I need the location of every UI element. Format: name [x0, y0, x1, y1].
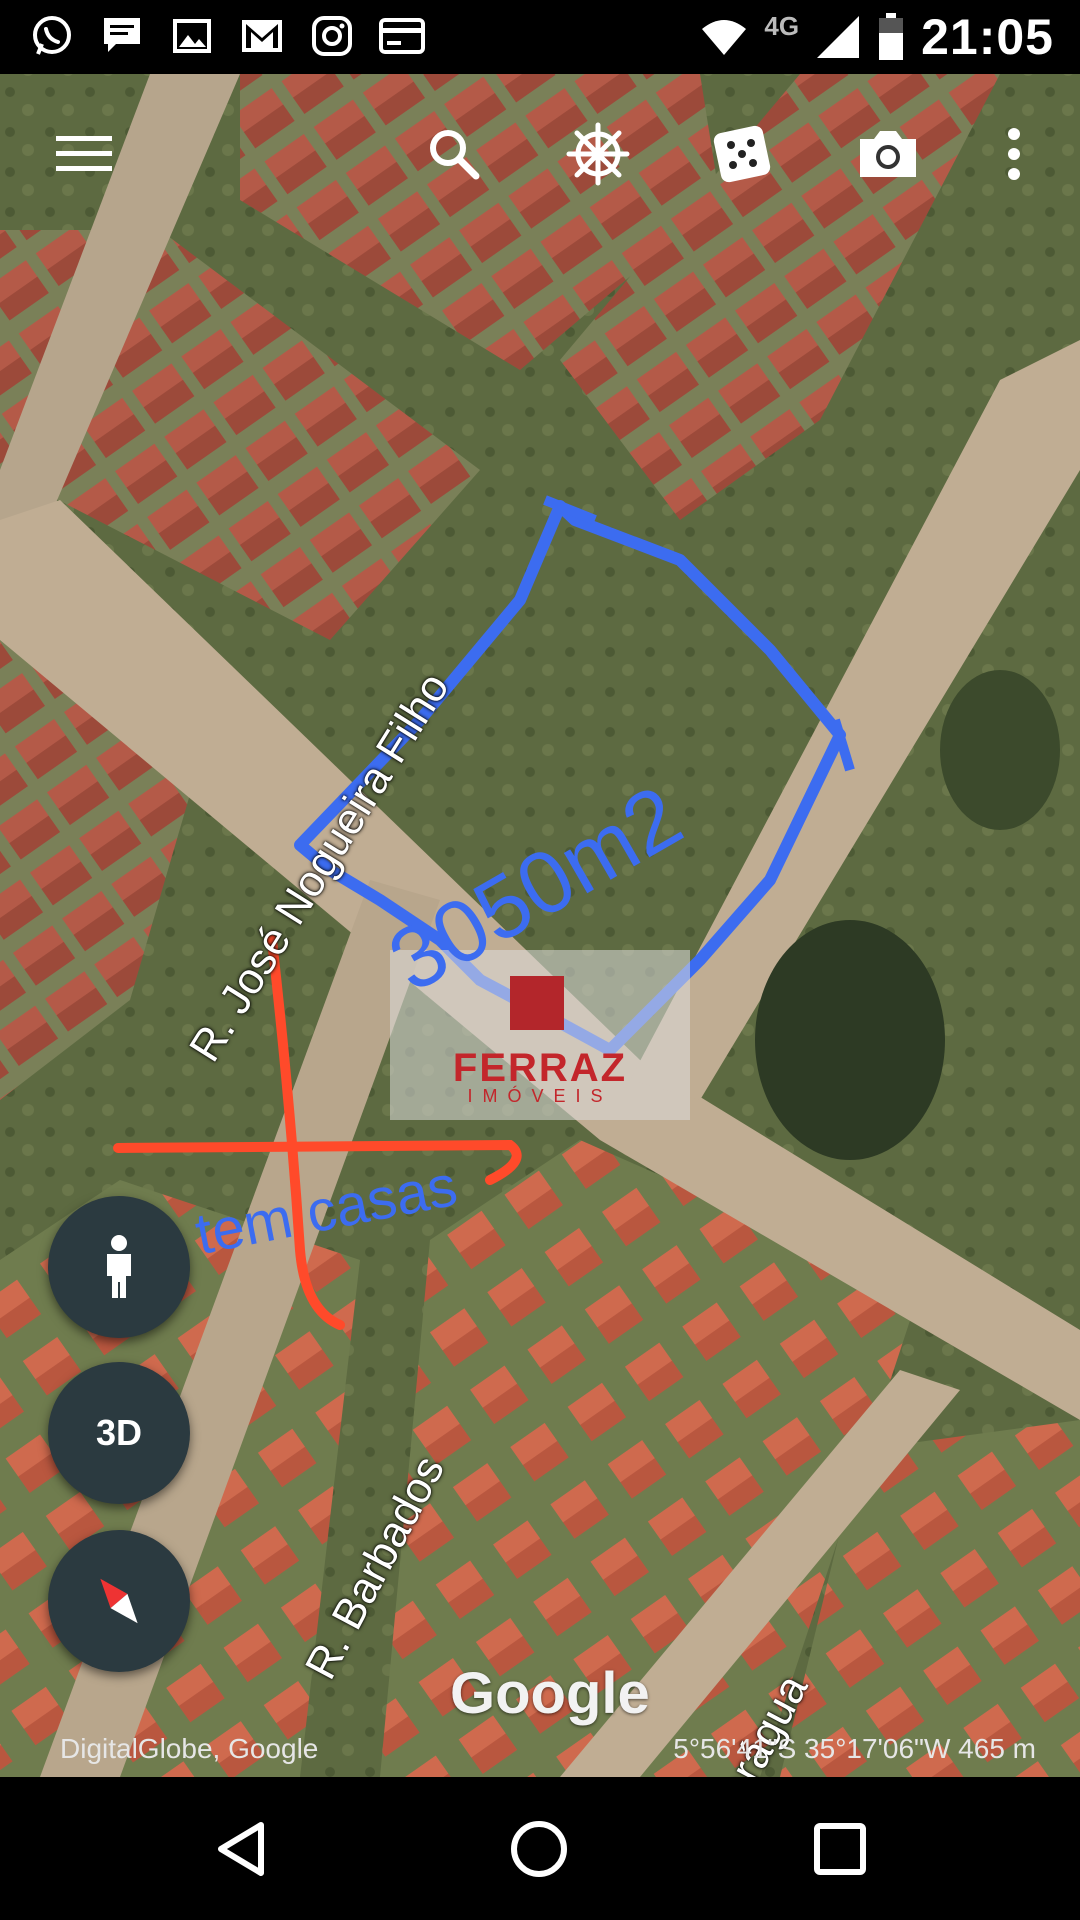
dice-icon[interactable] [702, 114, 782, 194]
navigation-bar [0, 1777, 1080, 1920]
search-icon[interactable] [414, 114, 494, 194]
network-type: 4G [764, 10, 800, 41]
home-icon[interactable] [494, 1807, 584, 1891]
attribution: DigitalGlobe, Google [60, 1733, 319, 1764]
clock: 21:05 [921, 9, 1054, 65]
wifi-icon [702, 20, 747, 55]
back-icon[interactable] [196, 1807, 286, 1891]
gmail-icon [238, 12, 286, 60]
menu-icon[interactable] [44, 114, 124, 194]
3d-label: 3D [95, 1412, 143, 1453]
notification-icons [28, 12, 426, 60]
signal-icon [817, 16, 860, 58]
ferraz-logo-mark [510, 976, 564, 1030]
recents-icon[interactable] [795, 1807, 885, 1891]
top-toolbar [0, 74, 1080, 234]
3d-button[interactable]: 3D [48, 1362, 190, 1504]
battery-icon [879, 13, 904, 60]
more-vert-icon[interactable] [974, 114, 1054, 194]
coordinates-readout: 5°56'41"S 35°17'06"W 465 m [673, 1733, 1036, 1764]
card-icon [378, 12, 426, 60]
compass-button[interactable] [48, 1530, 190, 1672]
pegman-icon [107, 1235, 131, 1298]
compass-icon [100, 1578, 138, 1624]
instagram-icon [308, 12, 356, 60]
pegman-button[interactable] [48, 1196, 190, 1338]
whatsapp-icon [28, 12, 76, 60]
watermark-sub: IMÓVEIS [467, 1086, 613, 1106]
status-right: 4G 21:05 [700, 8, 1054, 66]
google-logo: Google [450, 1661, 650, 1726]
satellite-map[interactable]: R. José Nogueira Filho R. Barbados Nicar… [0, 74, 1080, 1777]
voyager-wheel-icon[interactable] [558, 114, 638, 194]
image-icon [168, 12, 216, 60]
camera-icon[interactable] [848, 114, 928, 194]
status-bar: 4G 21:05 [0, 0, 1080, 74]
watermark-brand: FERRAZ [452, 1046, 628, 1090]
message-icon [98, 12, 146, 60]
